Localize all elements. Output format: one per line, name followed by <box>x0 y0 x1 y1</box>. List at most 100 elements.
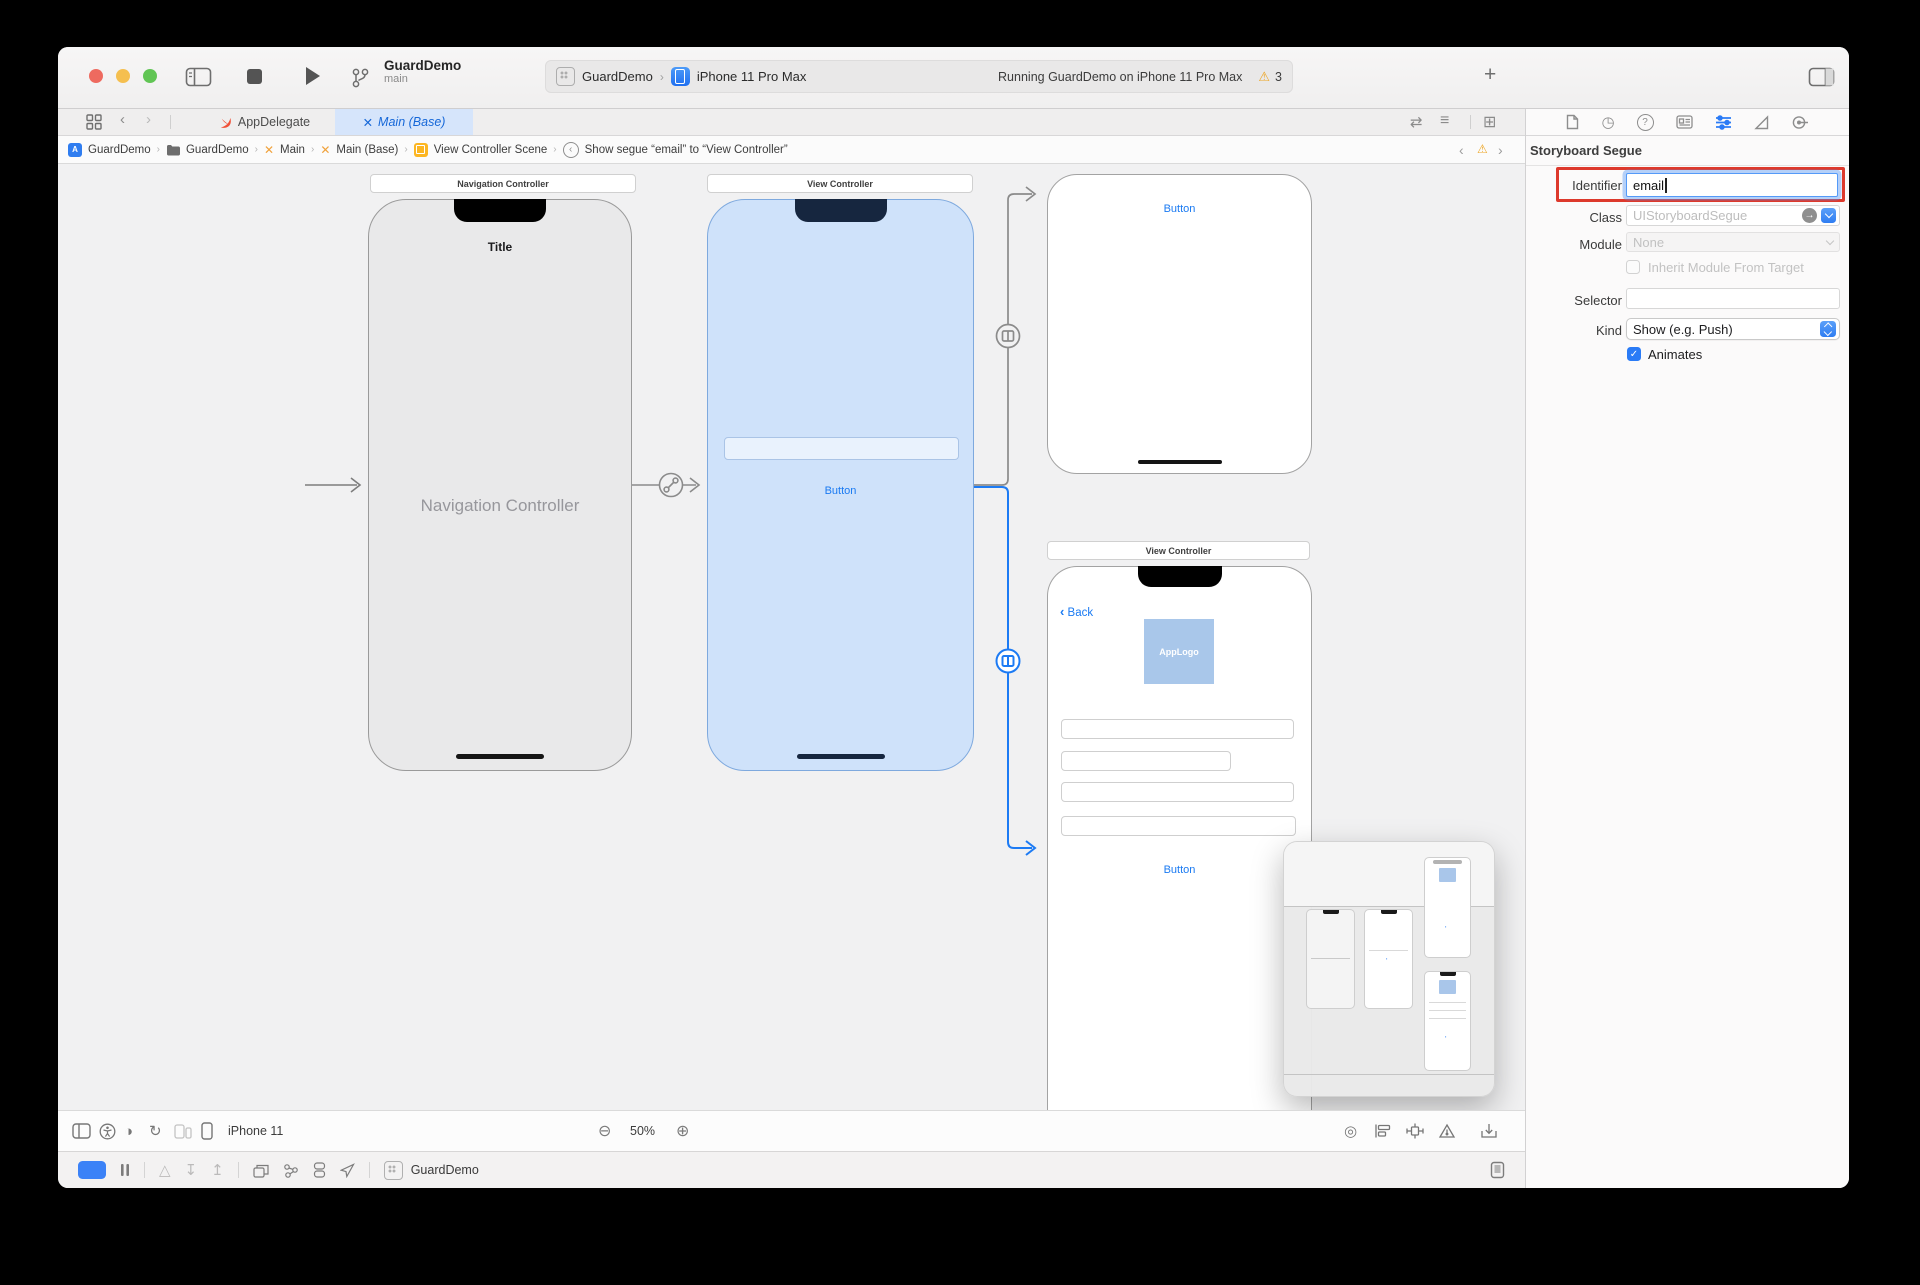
login-view-controller-scene[interactable]: Button <box>707 199 974 771</box>
selector-field[interactable] <box>1626 288 1840 309</box>
class-jump-arrow-icon[interactable]: → <box>1802 208 1817 223</box>
zoom-in-button[interactable]: ⊕ <box>676 1111 689 1151</box>
zoom-window-button[interactable] <box>143 69 157 83</box>
simulate-location-icon[interactable] <box>340 1163 355 1178</box>
add-editor-icon[interactable]: ⊞ <box>1483 112 1496 132</box>
navigation-controller-scene[interactable]: Title Navigation Controller <box>368 199 632 771</box>
kind-label: Kind <box>1526 323 1622 338</box>
text-field-4[interactable] <box>1061 816 1296 836</box>
kind-popup-button[interactable]: Show (e.g. Push) <box>1626 318 1840 340</box>
previous-issue-button[interactable]: ‹ <box>1459 142 1464 158</box>
history-inspector-icon[interactable]: ◷ <box>1601 113 1614 131</box>
storyboard-minimap[interactable]: ▪ ▪ ▪ <box>1283 841 1495 1097</box>
chevron-separator-icon: › <box>404 144 407 155</box>
pause-execution-icon[interactable] <box>120 1163 130 1177</box>
warning-count[interactable]: 3 <box>1275 70 1282 84</box>
forward-history-button[interactable]: › <box>146 111 151 128</box>
jumpbar-item-main-base[interactable]: Main (Base) <box>336 144 398 156</box>
tab-appdelegate[interactable]: AppDelegate <box>193 109 335 135</box>
close-window-button[interactable] <box>89 69 103 83</box>
run-destination[interactable]: iPhone 11 Pro Max <box>697 69 807 84</box>
text-field-2[interactable] <box>1061 751 1231 771</box>
detail-view-controller-scene[interactable]: ‹ Back AppLogo Button <box>1047 566 1312 1110</box>
zoom-level[interactable]: 50% <box>630 1111 655 1151</box>
file-inspector-icon[interactable] <box>1566 114 1579 130</box>
detail-button[interactable]: Button <box>1048 864 1311 876</box>
login-button[interactable]: Button <box>708 485 973 497</box>
live-preview-icon[interactable]: ◎ <box>1344 1111 1357 1151</box>
next-issue-button[interactable]: › <box>1498 142 1503 158</box>
step-over-icon[interactable]: △ <box>159 1161 171 1179</box>
inherit-module-checkbox[interactable] <box>1626 260 1640 274</box>
chevron-separator-icon: › <box>660 70 664 84</box>
memory-graph-icon[interactable] <box>283 1163 299 1178</box>
folder-icon <box>166 143 180 157</box>
identifier-field[interactable]: email <box>1626 173 1838 197</box>
toggle-inspectors-icon[interactable] <box>1808 67 1835 87</box>
scene-header-detail-view-controller[interactable]: View Controller <box>1047 541 1310 560</box>
add-constraints-icon[interactable] <box>1406 1111 1424 1151</box>
resolve-autolayout-icon[interactable] <box>1438 1111 1456 1151</box>
quick-help-inspector-icon[interactable]: ? <box>1637 114 1654 131</box>
nav-bar-title[interactable]: Title <box>369 240 631 254</box>
text-field-1[interactable] <box>1061 719 1294 739</box>
scene-header-view-controller[interactable]: View Controller <box>707 174 973 193</box>
align-icon[interactable] <box>1374 1111 1392 1151</box>
device-bezel-icon[interactable] <box>1490 1161 1505 1179</box>
class-dropdown-button[interactable] <box>1821 208 1836 223</box>
tab-main-base[interactable]: ✕ Main (Base) <box>335 109 473 135</box>
zoom-out-button[interactable]: ⊖ <box>598 1111 611 1151</box>
editor-options-icon[interactable]: ≡ <box>1440 112 1449 130</box>
jumpbar-item-project[interactable]: GuardDemo <box>88 144 151 156</box>
text-field-3[interactable] <box>1061 782 1294 802</box>
stop-button[interactable] <box>247 69 262 84</box>
view-controller-scene-icon <box>414 143 428 157</box>
app-logo-image[interactable]: AppLogo <box>1144 619 1214 684</box>
class-combo-field[interactable]: UIStoryboardSegue → <box>1626 205 1840 226</box>
issue-warning-icon[interactable]: ⚠ <box>1477 142 1488 156</box>
chevron-separator-icon: › <box>255 144 258 155</box>
scene-header-navigation-controller[interactable]: Navigation Controller <box>370 174 636 193</box>
toggle-navigator-icon[interactable] <box>185 67 212 87</box>
jumpbar-item-segue[interactable]: Show segue “email” to “View Controller” <box>585 144 788 156</box>
button[interactable]: Button <box>1048 203 1311 215</box>
step-out-icon[interactable]: ↥ <box>211 1161 224 1179</box>
add-tab-button[interactable]: + <box>1484 63 1496 87</box>
related-items-icon[interactable] <box>85 113 103 131</box>
text-field[interactable] <box>724 437 959 460</box>
connections-inspector-icon[interactable] <box>1792 115 1809 130</box>
color-variants-icon[interactable]: ◑ <box>124 1111 133 1151</box>
toggle-debug-area-button[interactable] <box>78 1161 106 1179</box>
identity-inspector-icon[interactable] <box>1676 115 1693 129</box>
adaptation-icon[interactable] <box>174 1111 192 1151</box>
environment-overrides-icon[interactable] <box>313 1162 326 1178</box>
jumpbar-item-group[interactable]: GuardDemo <box>186 144 249 156</box>
accessibility-icon[interactable] <box>99 1111 116 1151</box>
module-chevron-icon <box>1826 237 1834 245</box>
back-button[interactable]: ‹ Back <box>1060 604 1093 619</box>
toggle-document-outline-icon[interactable] <box>72 1111 91 1151</box>
module-field[interactable]: None <box>1626 232 1840 252</box>
animates-checkbox[interactable]: ✓ <box>1627 347 1641 361</box>
running-app-name[interactable]: GuardDemo <box>411 1163 479 1177</box>
storyboard-canvas[interactable]: Navigation Controller Title Navigation C… <box>58 164 1525 1110</box>
scheme-name[interactable]: GuardDemo <box>582 69 653 84</box>
swap-editor-icon[interactable]: ⇄ <box>1410 113 1423 131</box>
warning-icon[interactable]: ⚠ <box>1258 69 1270 85</box>
jumpbar-item-main[interactable]: Main <box>280 144 305 156</box>
jumpbar-item-scene[interactable]: View Controller Scene <box>434 144 548 156</box>
ib-bottom-bar: ◑ ↻ iPhone 11 ⊖ 50% ⊕ ◎ <box>58 1110 1525 1151</box>
device-icon[interactable] <box>201 1111 213 1151</box>
back-history-button[interactable]: ‹ <box>120 111 125 128</box>
view-hierarchy-icon[interactable] <box>253 1163 269 1178</box>
embed-icon[interactable] <box>1480 1111 1498 1151</box>
minimize-window-button[interactable] <box>116 69 130 83</box>
attributes-inspector-icon[interactable] <box>1715 115 1732 130</box>
size-inspector-icon[interactable] <box>1754 115 1770 130</box>
orientation-icon[interactable]: ↻ <box>149 1111 162 1151</box>
step-into-icon[interactable]: ↧ <box>185 1161 198 1179</box>
device-name[interactable]: iPhone 11 <box>228 1111 283 1151</box>
top-view-controller-scene[interactable]: Button <box>1047 174 1312 474</box>
run-button[interactable] <box>302 64 322 88</box>
inspector-panel: ◷ ? Storyboard Segue Identifier email Cl… <box>1526 109 1849 1188</box>
